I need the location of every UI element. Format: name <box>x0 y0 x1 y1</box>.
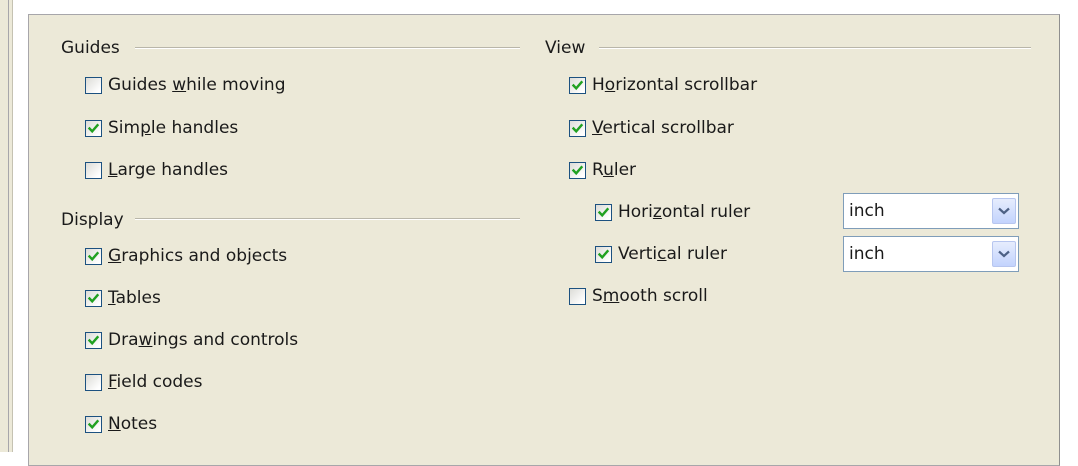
drawings-and-controls-label: Drawings and controls <box>108 330 299 350</box>
checkmark-icon <box>571 123 584 133</box>
checkmark-icon <box>87 293 100 303</box>
vertical-ruler-checkbox[interactable] <box>595 245 612 263</box>
horizontal-scrollbar-checkbox[interactable] <box>569 76 586 94</box>
vertical-ruler-option[interactable]: Vertical ruler <box>595 242 727 266</box>
vertical-scrollbar-checkbox[interactable] <box>569 119 586 137</box>
display-separator <box>135 218 520 220</box>
checkmark-icon <box>571 80 584 90</box>
checkmark-icon <box>87 251 100 261</box>
tables-checkbox[interactable] <box>85 289 102 307</box>
large-handles-checkbox[interactable] <box>85 161 102 179</box>
horizontal-ruler-unit-dropdown-button[interactable] <box>992 198 1016 224</box>
ruler-checkbox[interactable] <box>569 161 586 179</box>
drawings-and-controls-checkbox[interactable] <box>85 331 102 349</box>
graphics-and-objects-option[interactable]: Graphics and objects <box>85 244 287 268</box>
view-section-title: View <box>545 38 586 58</box>
large-handles-option[interactable]: Large handles <box>85 158 228 182</box>
notes-checkbox[interactable] <box>85 415 102 433</box>
large-handles-label: Large handles <box>108 160 229 180</box>
graphics-and-objects-checkbox[interactable] <box>85 247 102 265</box>
checkmark-icon <box>597 207 610 217</box>
horizontal-ruler-option[interactable]: Horizontal ruler <box>595 200 750 224</box>
horizontal-ruler-label: Horizontal ruler <box>618 202 751 222</box>
horizontal-scrollbar-option[interactable]: Horizontal scrollbar <box>569 73 757 97</box>
tables-label: Tables <box>108 288 161 308</box>
tables-option[interactable]: Tables <box>85 286 161 310</box>
chevron-down-icon <box>998 207 1010 215</box>
vertical-ruler-unit-select[interactable]: inch <box>843 236 1019 272</box>
simple-handles-checkbox[interactable] <box>85 119 102 137</box>
guides-while-moving-option[interactable]: Guides while moving <box>85 73 286 97</box>
smooth-scroll-option[interactable]: Smooth scroll <box>569 284 708 308</box>
smooth-scroll-checkbox[interactable] <box>569 287 586 305</box>
graphics-and-objects-label: Graphics and objects <box>108 246 288 266</box>
view-separator <box>599 47 1031 49</box>
horizontal-ruler-checkbox[interactable] <box>595 203 612 221</box>
window-left-edge <box>0 0 13 452</box>
vertical-ruler-label: Vertical ruler <box>618 244 727 264</box>
guides-while-moving-checkbox[interactable] <box>85 76 102 94</box>
ruler-label: Ruler <box>592 160 637 180</box>
checkmark-icon <box>87 419 100 429</box>
checkmark-icon <box>597 249 610 259</box>
field-codes-checkbox[interactable] <box>85 373 102 391</box>
chevron-down-icon <box>998 250 1010 258</box>
guides-separator <box>135 47 520 49</box>
notes-label: Notes <box>108 414 158 434</box>
vertical-scrollbar-option[interactable]: Vertical scrollbar <box>569 116 734 140</box>
drawings-and-controls-option[interactable]: Drawings and controls <box>85 328 298 352</box>
vertical-ruler-unit-dropdown-button[interactable] <box>992 241 1016 267</box>
horizontal-scrollbar-label: Horizontal scrollbar <box>592 75 758 95</box>
notes-option[interactable]: Notes <box>85 412 157 436</box>
vertical-ruler-unit-value: inch <box>849 244 885 264</box>
checkmark-icon <box>87 123 100 133</box>
field-codes-option[interactable]: Field codes <box>85 370 203 394</box>
simple-handles-label: Simple handles <box>108 118 239 138</box>
options-panel: Guides Guides while moving Simple handle… <box>28 14 1060 466</box>
guides-while-moving-label: Guides while moving <box>108 75 286 95</box>
guides-section-title: Guides <box>61 38 120 58</box>
horizontal-ruler-unit-value: inch <box>849 201 885 221</box>
ruler-option[interactable]: Ruler <box>569 158 636 182</box>
display-section-title: Display <box>61 210 124 230</box>
checkmark-icon <box>87 335 100 345</box>
simple-handles-option[interactable]: Simple handles <box>85 116 238 140</box>
smooth-scroll-label: Smooth scroll <box>592 286 708 306</box>
horizontal-ruler-unit-select[interactable]: inch <box>843 193 1019 229</box>
field-codes-label: Field codes <box>108 372 203 392</box>
vertical-scrollbar-label: Vertical scrollbar <box>592 118 734 138</box>
checkmark-icon <box>571 165 584 175</box>
